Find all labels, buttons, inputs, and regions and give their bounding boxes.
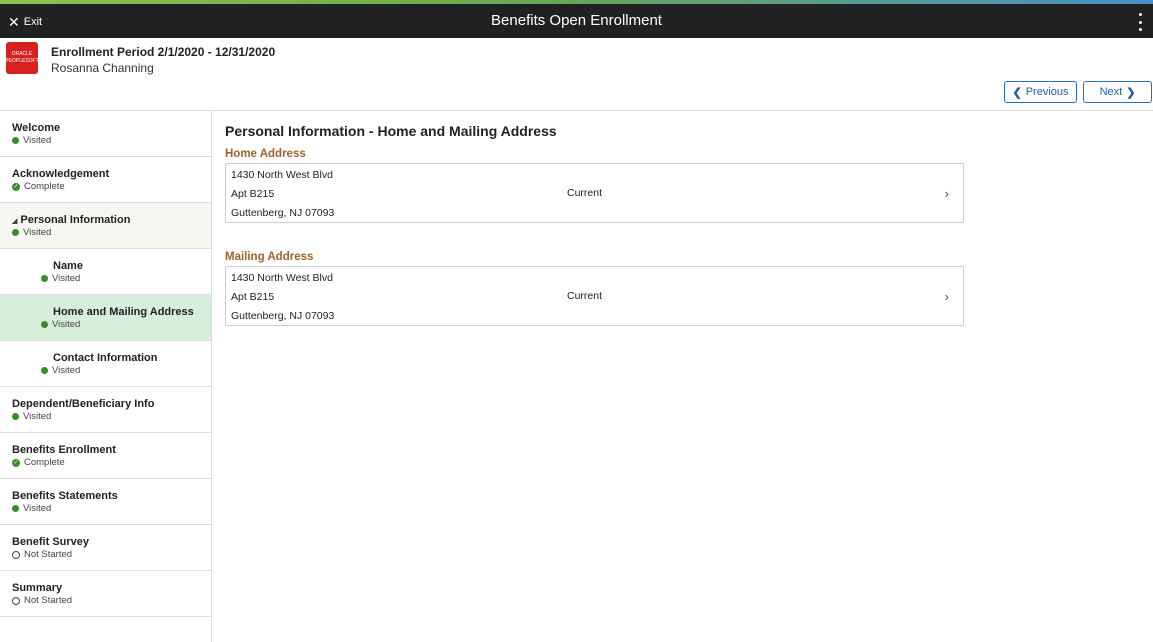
sidebar-item-contact-information[interactable]: Contact Information Visited (0, 341, 211, 387)
sidebar-item-benefit-survey[interactable]: Benefit Survey Not Started (0, 525, 211, 571)
actions-menu-icon[interactable] (1137, 11, 1143, 33)
visited-dot-icon (41, 321, 48, 328)
visited-dot-icon (12, 505, 19, 512)
app-title: Benefits Open Enrollment (491, 12, 662, 29)
home-address-label: Home Address (225, 148, 306, 160)
mailing-address-card[interactable]: 1430 North West Blvd Apt B215 Guttenberg… (225, 266, 964, 326)
complete-check-icon: ✓ (12, 182, 20, 191)
visited-dot-icon (41, 275, 48, 282)
address-line-2: Apt B215 (231, 188, 275, 200)
person-name: Rosanna Channing (51, 61, 154, 75)
complete-check-icon: ✓ (12, 458, 20, 467)
not-started-circle-icon (12, 596, 20, 605)
sidebar-item-benefits-enrollment[interactable]: Benefits Enrollment ✓ Complete (0, 433, 211, 479)
previous-button[interactable]: ❮ Previous (1004, 81, 1077, 103)
step-sidebar: Welcome Visited Acknowledgement ✓ Complet… (0, 111, 212, 642)
next-button[interactable]: Next ❯ (1083, 81, 1152, 103)
page-title: Personal Information - Home and Mailing … (225, 123, 557, 139)
oracle-logo: ORACLE PEOPLESOFT (5, 42, 39, 74)
sidebar-item-benefits-statements[interactable]: Benefits Statements Visited (0, 479, 211, 525)
top-bar: ✕ Exit Benefits Open Enrollment (0, 4, 1153, 38)
not-started-circle-icon (12, 550, 20, 559)
sidebar-item-summary[interactable]: Summary Not Started (0, 571, 211, 617)
visited-dot-icon (12, 229, 19, 236)
visited-dot-icon (41, 367, 48, 374)
expanded-triangle-icon: ◢ (12, 218, 18, 225)
address-line-3: Guttenberg, NJ 07093 (231, 310, 335, 322)
sidebar-item-welcome[interactable]: Welcome Visited (0, 111, 211, 157)
chevron-left-icon: ❮ (1012, 86, 1022, 99)
sidebar-item-dependent-beneficiary-info[interactable]: Dependent/Beneficiary Info Visited (0, 387, 211, 433)
mailing-address-label: Mailing Address (225, 251, 314, 263)
address-status: Current (567, 290, 603, 302)
enrollment-header: ORACLE PEOPLESOFT Enrollment Period 2/1/… (0, 38, 1153, 111)
sidebar-item-personal-information[interactable]: ◢ Personal Information Visited (0, 203, 211, 249)
chevron-right-icon: › (944, 186, 949, 201)
sidebar-item-acknowledgement[interactable]: Acknowledgement ✓ Complete (0, 157, 211, 203)
address-line-2: Apt B215 (231, 291, 275, 303)
enrollment-period: Enrollment Period 2/1/2020 - 12/31/2020 (51, 45, 276, 59)
address-status: Current (567, 187, 603, 199)
chevron-right-icon: › (944, 289, 949, 304)
sidebar-item-home-and-mailing-address[interactable]: Home and Mailing Address Visited (0, 295, 211, 341)
home-address-card[interactable]: 1430 North West Blvd Apt B215 Guttenberg… (225, 163, 964, 223)
address-line-1: 1430 North West Blvd (231, 169, 333, 181)
chevron-right-icon: ❯ (1126, 86, 1136, 99)
visited-dot-icon (12, 137, 19, 144)
address-line-1: 1430 North West Blvd (231, 272, 333, 284)
visited-dot-icon (12, 413, 19, 420)
address-line-3: Guttenberg, NJ 07093 (231, 207, 335, 219)
sidebar-item-name[interactable]: Name Visited (0, 249, 211, 295)
